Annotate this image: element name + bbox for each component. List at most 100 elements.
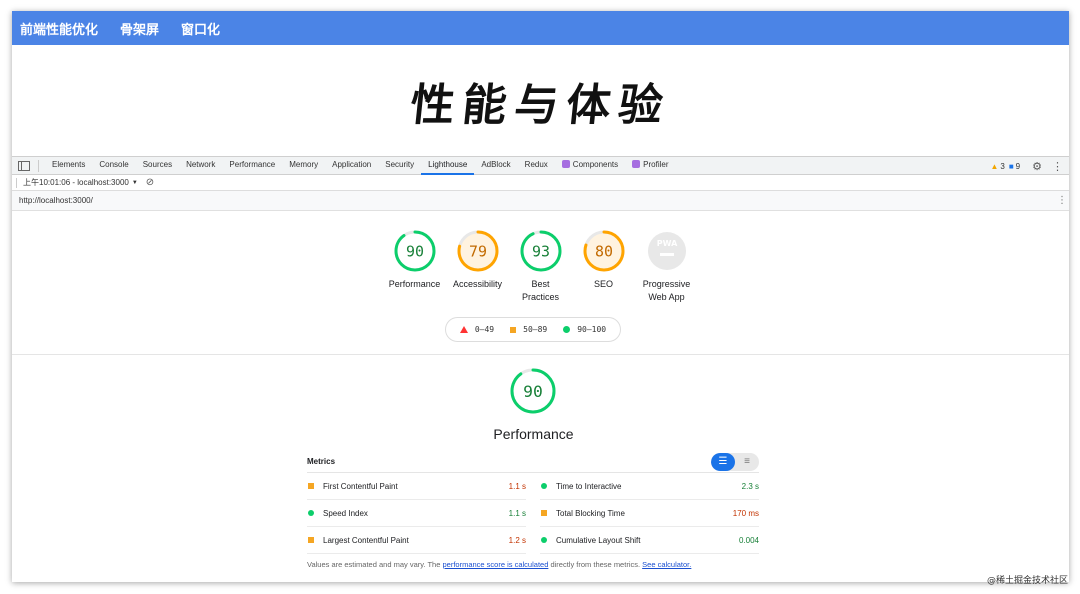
tab-label: Security	[385, 160, 415, 169]
metrics-header: Metrics ☰ ≡	[307, 451, 759, 473]
devtools-tabbar: Elements Console Sources Network Performance…	[12, 156, 1069, 175]
react-extension-icon	[632, 160, 641, 168]
see-calculator-link[interactable]: See calculator.	[642, 560, 691, 569]
metric-name: First Contentful Paint	[323, 481, 398, 491]
nav-link-perf-optimization[interactable]: 前端性能优化	[20, 19, 98, 38]
gauge-track	[647, 232, 686, 270]
tab-memory[interactable]: Memory	[282, 156, 325, 175]
metric-value: 0.004	[738, 535, 759, 545]
pwa-badge-text: PWA	[656, 239, 677, 248]
gauge-score: 90	[405, 242, 423, 260]
tab-security[interactable]: Security	[378, 156, 421, 175]
tab-label: Components	[572, 160, 619, 169]
tab-console[interactable]: Console	[92, 156, 135, 175]
score-gauges: 90 Performance 79 Accessibility 93 Best Pract…	[12, 211, 1069, 304]
gauge-label: Accessibility	[452, 279, 502, 289]
gauge-seo[interactable]: 80 SEO	[572, 229, 635, 304]
metric-value: 2.3 s	[741, 481, 759, 491]
gauge-score: 93	[531, 242, 549, 260]
gauge-score: 90	[523, 382, 543, 401]
pwa-dash-icon	[659, 253, 674, 256]
gauge-best-practices[interactable]: 93 Best Practices	[509, 229, 572, 304]
metric-value: 1.2 s	[508, 535, 526, 545]
metrics-grid: First Contentful Paint 1.1 s Speed Index 1.…	[307, 473, 759, 554]
gauge-accessibility[interactable]: 79 Accessibility	[446, 229, 509, 304]
tab-elements[interactable]: Elements	[45, 156, 92, 175]
kebab-menu-icon[interactable]: ⋮	[1052, 160, 1063, 173]
devtools-status: ▲ 3 ■ 9 ⚙ ⋮	[990, 157, 1063, 175]
nav-link-skeleton-screen[interactable]: 骨架屏	[120, 19, 159, 38]
metric-row: Total Blocking Time 170 ms	[540, 500, 759, 527]
app-header: 前端性能优化 骨架屏 窗口化	[12, 11, 1069, 45]
tab-label: Performance	[229, 160, 276, 169]
hero: 性能与体验	[12, 45, 1069, 156]
square-icon	[541, 510, 547, 516]
react-extension-icon	[561, 160, 570, 168]
square-icon	[308, 537, 314, 543]
chevron-down-icon[interactable]: ▼	[132, 180, 138, 186]
gauge-score: 80	[594, 242, 612, 260]
square-icon	[308, 483, 314, 489]
metrics-column-left: First Contentful Paint 1.1 s Speed Index 1.…	[307, 473, 526, 554]
tab-network[interactable]: Network	[179, 156, 222, 175]
report-selector[interactable]: 上午10:01:06 - localhost:3000	[23, 177, 129, 188]
report-url: http://localhost:3000/	[19, 196, 93, 205]
legend-average: 50–89	[510, 325, 547, 334]
legend-average-label: 50–89	[523, 325, 548, 334]
performance-gauge-large: 90	[509, 367, 557, 420]
toolbar-separator	[38, 159, 39, 172]
metric-row: Largest Contentful Paint 1.2 s	[307, 527, 526, 554]
tab-adblock[interactable]: AdBlock	[474, 156, 517, 175]
metric-name: Time to Interactive	[556, 481, 622, 491]
tab-profiler[interactable]: Profiler	[625, 156, 675, 175]
metric-row: Cumulative Layout Shift 0.004	[540, 527, 759, 554]
tab-label: Memory	[289, 160, 319, 169]
metric-name: Speed Index	[323, 508, 368, 518]
metric-name: Cumulative Layout Shift	[556, 535, 641, 545]
tab-label: Application	[332, 160, 372, 169]
warnings-count[interactable]: 3	[1000, 162, 1004, 171]
metric-value: 1.1 s	[508, 508, 526, 518]
metric-row: Speed Index 1.1 s	[307, 500, 526, 527]
legend-fail: 0–49	[459, 325, 494, 334]
metric-row: Time to Interactive 2.3 s	[540, 473, 759, 500]
metrics-view-toggle: ☰ ≡	[711, 452, 759, 471]
expanded-view-icon[interactable]: ≡	[735, 453, 759, 471]
messages-count[interactable]: 9	[1016, 162, 1020, 171]
gauge-score: 79	[468, 242, 486, 260]
tab-label: Console	[99, 160, 129, 169]
report-bar: 上午10:01:06 - localhost:3000 ▼ ⊘	[12, 175, 1069, 191]
note-text: Values are estimated and may vary. The	[307, 560, 443, 569]
metrics-panel: Metrics ☰ ≡ First Contentful Paint 1.1 sS…	[307, 451, 759, 569]
tab-redux[interactable]: Redux	[518, 156, 555, 175]
nav-link-windowing[interactable]: 窗口化	[181, 19, 220, 38]
tab-components[interactable]: Components	[555, 156, 625, 175]
metric-value: 170 ms	[732, 508, 759, 518]
circle-icon	[541, 537, 547, 543]
message-icon: ■	[1008, 161, 1014, 171]
score-calculated-link[interactable]: performance score is calculated	[442, 560, 548, 569]
performance-section: 90 Performance Metrics ☰ ≡ First Content…	[12, 355, 1069, 582]
metric-name: Largest Contentful Paint	[323, 535, 409, 545]
compact-view-icon[interactable]: ☰	[711, 452, 735, 471]
tab-label: Network	[186, 160, 216, 169]
watermark: @稀土掘金技术社区	[986, 576, 1068, 586]
clear-block-icon[interactable]: ⊘	[146, 177, 154, 188]
gauge-label: SEO	[593, 279, 613, 289]
tab-application[interactable]: Application	[325, 156, 378, 175]
tab-label: AdBlock	[481, 160, 511, 169]
warning-icon: ▲	[990, 161, 999, 171]
gear-icon[interactable]: ⚙	[1032, 160, 1042, 173]
legend-pass: 90–100	[563, 325, 606, 334]
tab-performance[interactable]: Performance	[222, 156, 282, 175]
report-url-bar: http://localhost:3000/ ⋮	[12, 191, 1069, 211]
gauge-progressive-web-app[interactable]: PWA Progressive Web App	[635, 229, 698, 304]
tab-lighthouse[interactable]: Lighthouse	[421, 156, 475, 175]
browser-window: 前端性能优化 骨架屏 窗口化 性能与体验 Elements Console Sour…	[12, 11, 1069, 582]
metric-row: First Contentful Paint 1.1 s	[307, 473, 526, 500]
gauge-label: Performance	[388, 279, 441, 289]
dock-side-icon[interactable]	[18, 160, 30, 171]
tab-sources[interactable]: Sources	[136, 156, 179, 175]
gauge-performance[interactable]: 90 Performance	[383, 229, 446, 304]
kebab-menu-icon[interactable]: ⋮	[1057, 195, 1067, 206]
